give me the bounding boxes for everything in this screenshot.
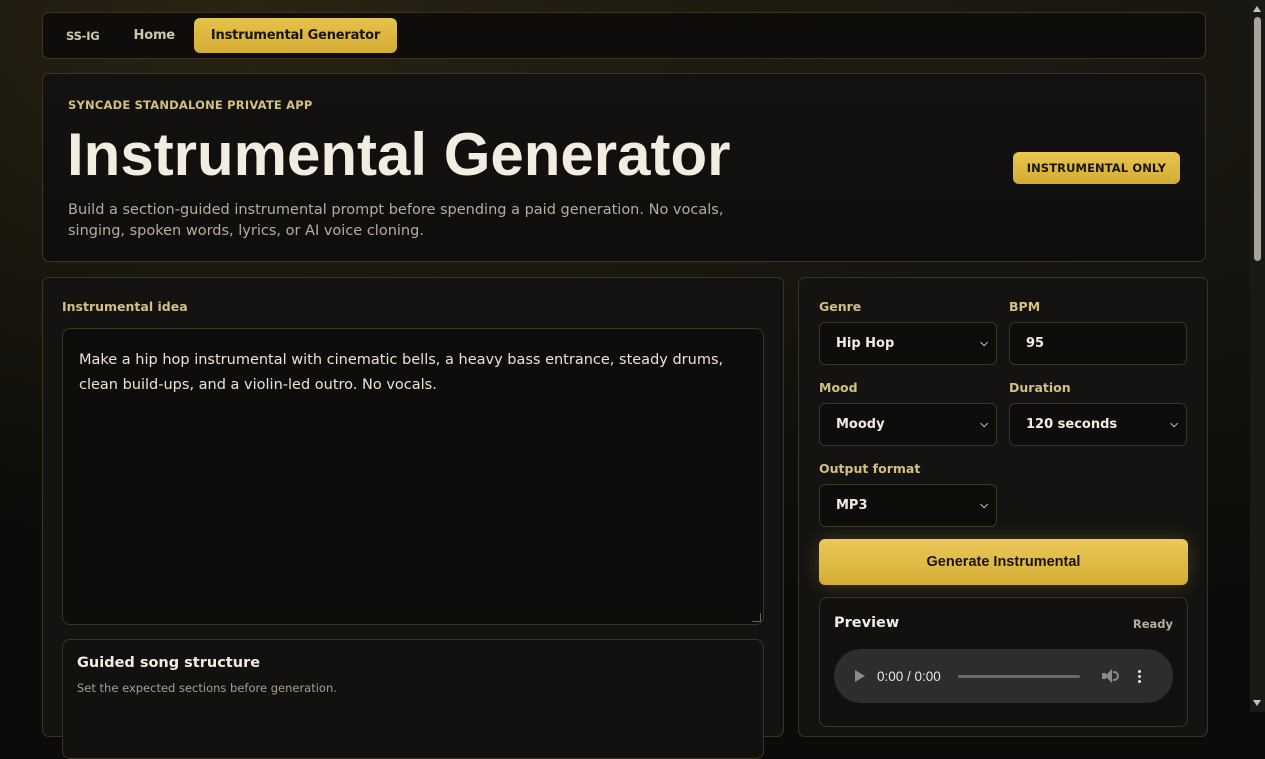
duration-value: 120 seconds xyxy=(1026,417,1118,432)
seek-slider[interactable] xyxy=(957,674,1080,678)
playback-time: 0:00 / 0:00 xyxy=(877,668,941,684)
nav-item-instrumental-generator[interactable]: Instrumental Generator xyxy=(193,18,398,53)
structure-subtitle: Set the expected sections before generat… xyxy=(77,681,337,695)
top-nav: SS-IG Home Instrumental Generator xyxy=(42,12,1206,59)
structure-title: Guided song structure xyxy=(77,655,261,671)
mood-label: Mood xyxy=(819,380,858,395)
chevron-down-icon: ⌵ xyxy=(980,419,988,430)
format-value: MP3 xyxy=(836,498,868,513)
nav-item-home[interactable]: Home xyxy=(119,20,190,51)
idea-textarea[interactable]: Make a hip hop instrumental with cinemat… xyxy=(62,328,764,625)
chevron-down-icon: ⌵ xyxy=(980,500,988,511)
settings-panel: Genre Hip Hop ⌵ BPM 95 Mood Moody ⌵ Dura… xyxy=(798,277,1208,737)
idea-panel: Instrumental idea Make a hip hop instrum… xyxy=(42,277,784,759)
audio-player: 0:00 / 0:00 xyxy=(834,649,1173,703)
idea-text: Make a hip hop instrumental with cinemat… xyxy=(79,352,724,393)
generate-instrumental-button[interactable]: Generate Instrumental xyxy=(819,539,1188,585)
more-vertical-icon[interactable] xyxy=(1137,669,1141,683)
genre-value: Hip Hop xyxy=(836,336,895,351)
duration-group: Duration 120 seconds ⌵ xyxy=(1009,380,1187,446)
format-label: Output format xyxy=(819,461,921,476)
resize-handle[interactable] xyxy=(752,613,761,622)
genre-group: Genre Hip Hop ⌵ xyxy=(819,299,997,365)
chevron-down-icon: ⌵ xyxy=(980,338,988,349)
preview-title: Preview xyxy=(834,615,900,631)
brand-link[interactable]: SS-IG xyxy=(51,21,115,51)
chevron-down-icon: ⌵ xyxy=(1170,419,1178,430)
genre-label: Genre xyxy=(819,299,862,314)
bpm-group: BPM 95 xyxy=(1009,299,1187,365)
preview-card: Preview Ready 0:00 / 0:00 xyxy=(819,597,1188,727)
play-icon[interactable] xyxy=(855,670,865,682)
genre-select[interactable]: Hip Hop ⌵ xyxy=(819,322,997,365)
hero-description: Build a section-guided instrumental prom… xyxy=(68,202,724,239)
page-title: Instrumental Generator xyxy=(67,121,731,188)
song-structure-card: Guided song structure Set the expected s… xyxy=(62,639,764,759)
format-group: Output format MP3 ⌵ xyxy=(819,461,997,527)
duration-select[interactable]: 120 seconds ⌵ xyxy=(1009,403,1187,446)
hero-eyebrow: SYNCADE STANDALONE PRIVATE APP xyxy=(68,98,313,112)
volume-icon[interactable] xyxy=(1101,669,1120,683)
preview-status: Ready xyxy=(1132,617,1173,631)
idea-label: Instrumental idea xyxy=(62,299,188,314)
scroll-thumb[interactable] xyxy=(1254,17,1261,261)
page-scrollbar[interactable] xyxy=(1250,0,1265,712)
bpm-value: 95 xyxy=(1026,336,1045,351)
bpm-input[interactable]: 95 xyxy=(1009,322,1187,365)
format-select[interactable]: MP3 ⌵ xyxy=(819,484,997,527)
mood-select[interactable]: Moody ⌵ xyxy=(819,403,997,446)
duration-label: Duration xyxy=(1009,380,1071,395)
scroll-up-arrow[interactable] xyxy=(1253,6,1261,12)
mood-value: Moody xyxy=(836,417,885,432)
mood-group: Mood Moody ⌵ xyxy=(819,380,997,446)
hero-card: SYNCADE STANDALONE PRIVATE APP Instrumen… xyxy=(42,73,1206,262)
bpm-label: BPM xyxy=(1009,299,1041,314)
scroll-down-arrow[interactable] xyxy=(1253,700,1261,706)
instrumental-only-badge: INSTRUMENTAL ONLY xyxy=(1012,152,1180,184)
